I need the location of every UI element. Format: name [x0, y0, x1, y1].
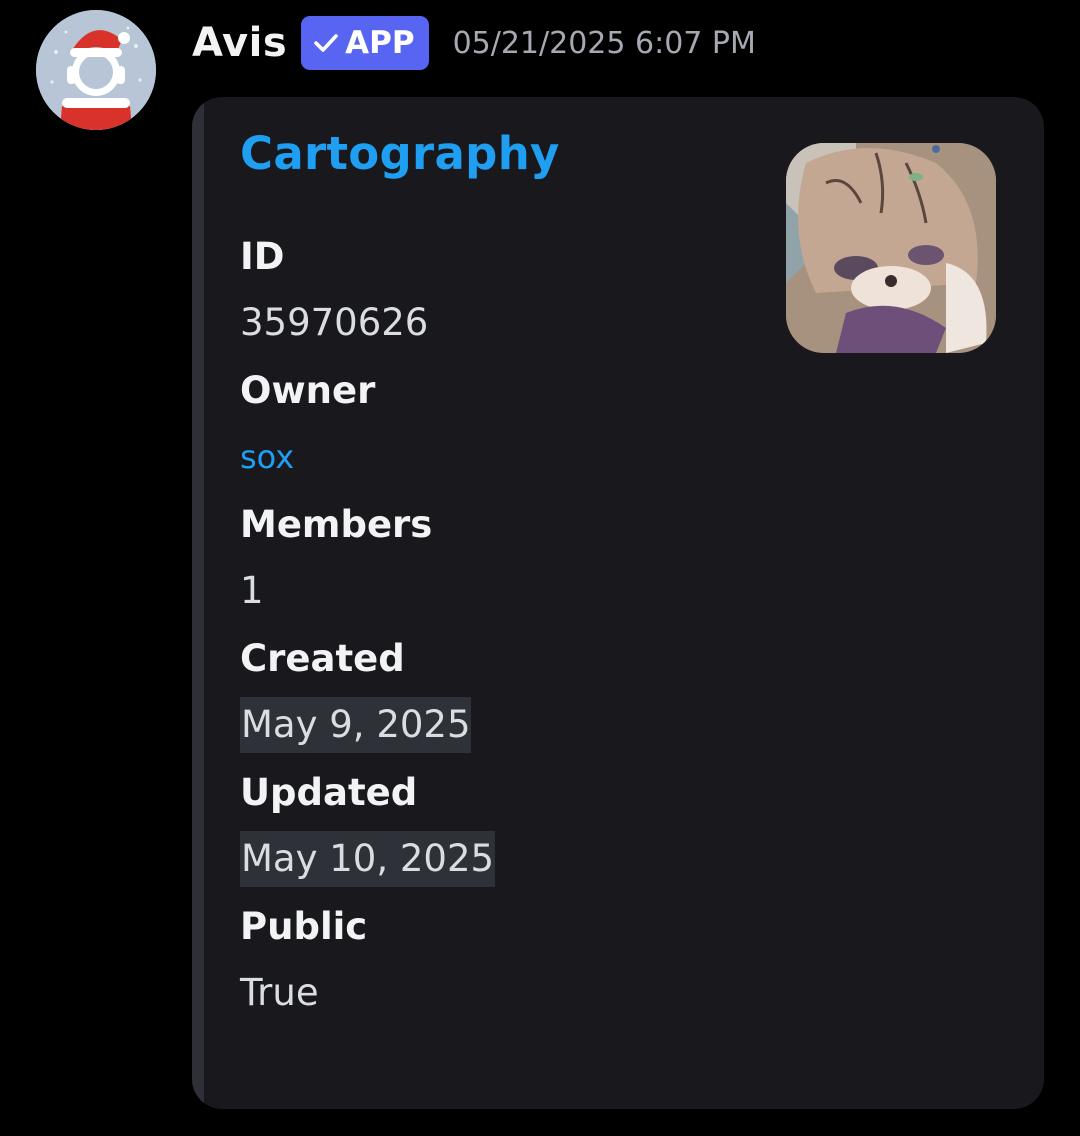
field-name: Owner: [240, 369, 376, 412]
field-created: Created May 9, 2025: [240, 633, 495, 753]
field-name: ID: [240, 235, 285, 278]
field-public: Public True: [240, 901, 495, 1021]
embed-thumbnail[interactable]: [786, 143, 996, 353]
author-name[interactable]: Avis: [192, 20, 287, 66]
field-id: ID 35970626: [240, 231, 495, 351]
field-value: 35970626: [240, 301, 429, 344]
field-members: Members 1: [240, 499, 495, 619]
field-name: Created: [240, 637, 405, 680]
message-timestamp: 05/21/2025 6:07 PM: [452, 25, 756, 61]
field-value: May 9, 2025: [240, 697, 495, 753]
created-timestamp[interactable]: May 9, 2025: [240, 697, 472, 753]
field-value: 1: [240, 569, 264, 612]
app-badge: APP: [301, 16, 429, 70]
badge-label: APP: [345, 25, 415, 61]
updated-timestamp[interactable]: May 10, 2025: [240, 831, 496, 887]
field-value: True: [240, 971, 319, 1014]
owner-link[interactable]: sox: [240, 429, 495, 485]
field-value: May 10, 2025: [240, 831, 496, 887]
field-name: Updated: [240, 771, 418, 814]
field-name: Members: [240, 503, 433, 546]
check-icon: [313, 32, 339, 54]
field-name: Public: [240, 905, 368, 948]
field-owner: Owner sox: [240, 365, 495, 485]
embed-fields: ID 35970626 Owner sox Members 1 Created …: [240, 231, 496, 1035]
field-updated: Updated May 10, 2025: [240, 767, 496, 887]
embed-accent-bar: [192, 97, 204, 1109]
embed-title[interactable]: Cartography: [240, 127, 560, 180]
embed-card: Cartography ID 35970626 Owner sox Member…: [192, 97, 1044, 1109]
author-avatar[interactable]: [36, 10, 156, 130]
message-header: Avis APP 05/21/2025 6:07 PM: [192, 14, 756, 72]
